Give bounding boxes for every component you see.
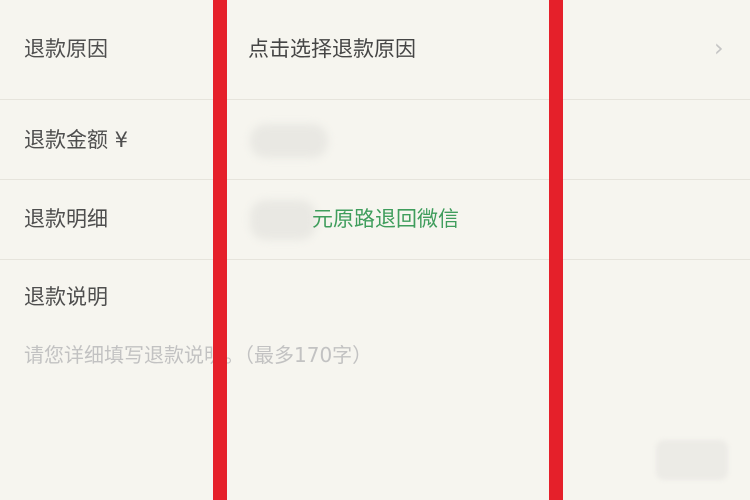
refund-amount-value-redacted — [250, 124, 328, 158]
refund-detail-label: 退款明细 — [24, 207, 108, 231]
refund-amount-label: 退款金额 ¥ — [24, 128, 129, 152]
chevron-right-icon: › — [714, 34, 724, 62]
refund-description-input[interactable]: 请您详细填写退款说明。（最多170字） — [24, 340, 372, 370]
refund-reason-label: 退款原因 — [24, 37, 108, 61]
refund-detail-amount-redacted — [250, 200, 316, 240]
submit-button[interactable] — [656, 440, 728, 480]
annotation-bar-right — [549, 0, 563, 500]
refund-description-label: 退款说明 — [24, 285, 108, 309]
refund-reason-select[interactable]: 点击选择退款原因 — [248, 34, 416, 64]
annotation-bar-left — [213, 0, 227, 500]
refund-form-screen: 退款原因 点击选择退款原因 › 退款金额 ¥ 退款明细 元原路退回微信 退款说明… — [0, 0, 750, 500]
refund-description-area[interactable]: 退款说明 — [0, 262, 750, 500]
refund-detail-text: 元原路退回微信 — [312, 207, 459, 231]
refund-detail-row: 退款明细 元原路退回微信 — [0, 180, 750, 260]
refund-reason-row[interactable]: 退款原因 点击选择退款原因 › — [0, 0, 750, 100]
refund-amount-row: 退款金额 ¥ — [0, 100, 750, 180]
